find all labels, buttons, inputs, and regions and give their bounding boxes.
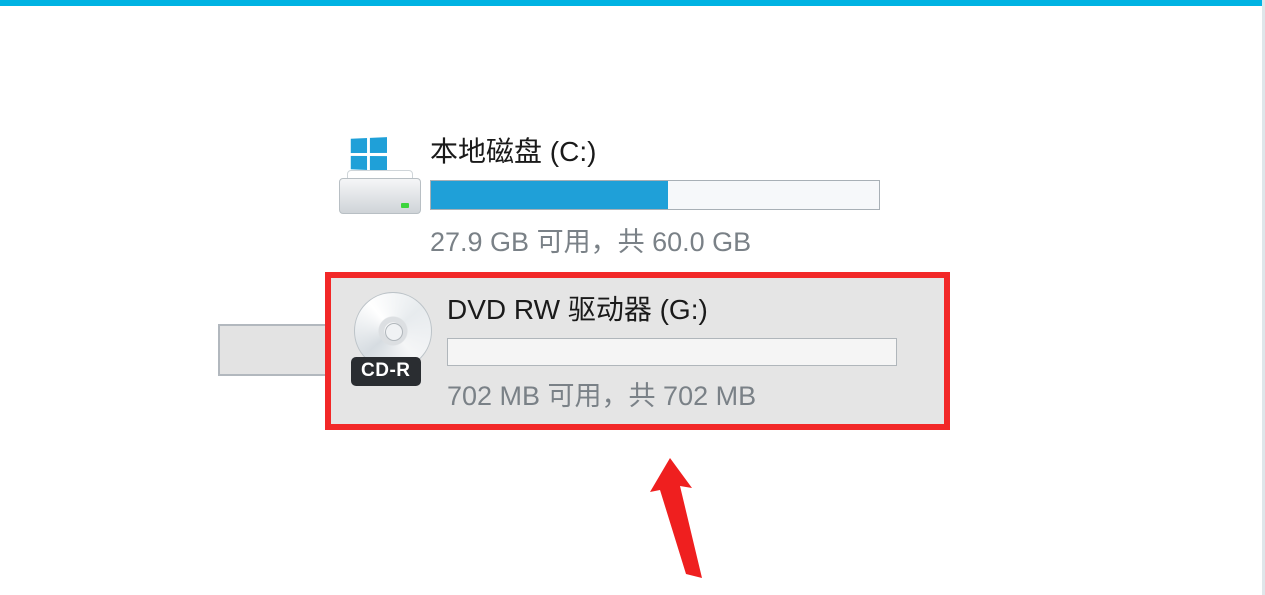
drive-c-name: 本地磁盘 (C:) xyxy=(430,130,940,170)
drive-item-c[interactable]: 本地磁盘 (C:) 27.9 GB 可用，共 60.0 GB xyxy=(330,130,940,259)
disc-type-badge: CD-R xyxy=(351,357,421,386)
hard-disk-icon xyxy=(339,152,421,214)
drive-c-capacity-fill xyxy=(431,181,668,209)
drive-c-capacity-bar xyxy=(430,180,880,210)
drive-c-detail: 27.9 GB 可用，共 60.0 GB xyxy=(430,220,940,259)
drive-g-detail: 702 MB 可用，共 702 MB xyxy=(447,374,934,413)
drive-item-g-highlight-box: CD-R DVD RW 驱动器 (G:) 702 MB 可用，共 702 MB xyxy=(325,272,950,430)
drive-g-body: DVD RW 驱动器 (G:) 702 MB 可用，共 702 MB xyxy=(447,284,934,413)
adjacent-panel-stub xyxy=(218,324,326,376)
drive-g-capacity-bar xyxy=(447,338,897,366)
optical-disc-icon: CD-R xyxy=(349,292,435,384)
drive-c-icon-wrap xyxy=(330,130,430,214)
drive-c-body: 本地磁盘 (C:) 27.9 GB 可用，共 60.0 GB xyxy=(430,130,940,259)
drive-g-icon-wrap: CD-R xyxy=(337,284,447,384)
windows-logo-icon xyxy=(351,137,387,171)
drive-item-g[interactable]: CD-R DVD RW 驱动器 (G:) 702 MB 可用，共 702 MB xyxy=(331,278,944,424)
drive-g-name: DVD RW 驱动器 (G:) xyxy=(447,288,934,328)
annotation-arrow-icon xyxy=(630,450,740,590)
window-accent-bar xyxy=(0,0,1265,6)
